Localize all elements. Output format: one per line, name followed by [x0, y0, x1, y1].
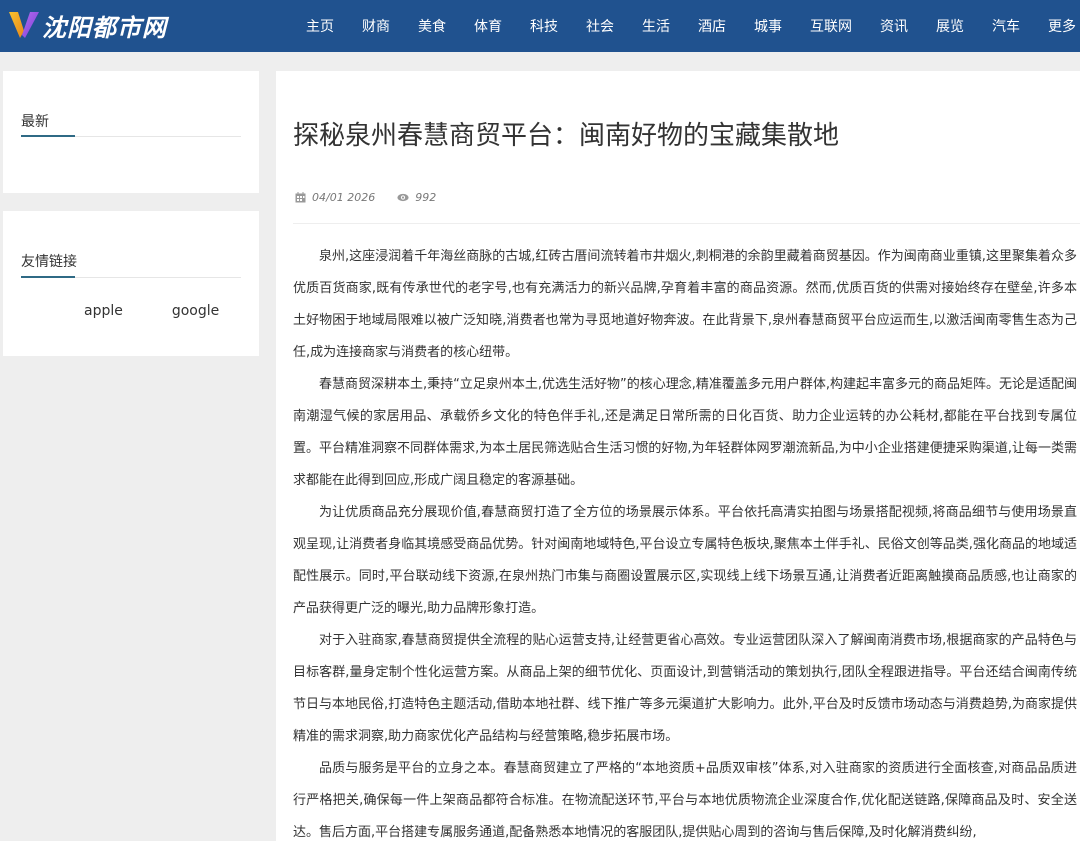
- nav-item-news[interactable]: 资讯: [880, 16, 908, 36]
- article-paragraph: 对于入驻商家,春慧商贸提供全流程的贴心运营支持,让经营更省心高效。专业运营团队深…: [293, 633, 1077, 744]
- nav-item-food[interactable]: 美食: [418, 16, 446, 36]
- article-views: 992: [415, 191, 437, 204]
- nav-item-hotel[interactable]: 酒店: [698, 16, 726, 36]
- meta-divider: [293, 223, 1080, 224]
- article-body: 泉州,这座浸润着千年海丝商脉的古城,红砖古厝间流转着市井烟火,刺桐港的余韵里藏着…: [293, 241, 1077, 841]
- nav-item-life[interactable]: 生活: [642, 16, 670, 36]
- nav-item-auto[interactable]: 汽车: [992, 16, 1020, 36]
- friend-links-divider: [21, 276, 241, 278]
- top-header: 沈阳都市网 主页 财商 美食 体育 科技 社会 生活 酒店 城事 互联网 资讯 …: [0, 0, 1080, 52]
- nav-item-finance[interactable]: 财商: [362, 16, 390, 36]
- calendar-icon: [295, 192, 306, 203]
- friend-links-divider-accent: [21, 276, 75, 278]
- article-date: 04/01 2026: [312, 191, 376, 204]
- article-paragraph: 品质与服务是平台的立身之本。春慧商贸建立了严格的“本地资质+品质双审核”体系,对…: [293, 761, 1077, 840]
- latest-title: 最新: [21, 114, 49, 130]
- nav-item-city[interactable]: 城事: [754, 16, 782, 36]
- latest-divider-accent: [21, 135, 75, 137]
- latest-panel: 最新: [3, 71, 259, 193]
- article-panel: 探秘泉州春慧商贸平台：闽南好物的宝藏集散地 04/01 2026 992 泉州,…: [276, 71, 1080, 841]
- friend-links-panel: 友情链接 apple google: [3, 211, 259, 356]
- latest-divider: [21, 135, 241, 137]
- friend-links-title: 友情链接: [21, 254, 77, 270]
- eye-icon: [397, 193, 409, 202]
- v-logo-icon: [9, 12, 39, 38]
- nav-item-tech[interactable]: 科技: [530, 16, 558, 36]
- friend-link-apple[interactable]: apple: [84, 303, 123, 319]
- article-paragraph: 春慧商贸深耕本土,秉持“立足泉州本土,优选生活好物”的核心理念,精准覆盖多元用户…: [293, 377, 1077, 488]
- friend-link-google[interactable]: google: [172, 303, 219, 319]
- article-title: 探秘泉州春慧商贸平台：闽南好物的宝藏集散地: [293, 121, 840, 151]
- nav-item-more[interactable]: 更多: [1048, 16, 1076, 36]
- nav-item-internet[interactable]: 互联网: [810, 16, 852, 36]
- site-name: 沈阳都市网: [42, 13, 167, 42]
- nav-item-sports[interactable]: 体育: [474, 16, 502, 36]
- site-logo[interactable]: 沈阳都市网: [6, 7, 167, 43]
- main-nav: 主页 财商 美食 体育 科技 社会 生活 酒店 城事 互联网 资讯 展览 汽车 …: [292, 0, 1080, 52]
- article-meta: 04/01 2026 992: [295, 191, 436, 204]
- friend-links-list: apple google: [84, 303, 268, 319]
- nav-item-society[interactable]: 社会: [586, 16, 614, 36]
- nav-item-exhibition[interactable]: 展览: [936, 16, 964, 36]
- nav-item-home[interactable]: 主页: [306, 16, 334, 36]
- article-paragraph: 泉州,这座浸润着千年海丝商脉的古城,红砖古厝间流转着市井烟火,刺桐港的余韵里藏着…: [293, 249, 1077, 360]
- article-paragraph: 为让优质商品充分展现价值,春慧商贸打造了全方位的场景展示体系。平台依托高清实拍图…: [293, 505, 1077, 616]
